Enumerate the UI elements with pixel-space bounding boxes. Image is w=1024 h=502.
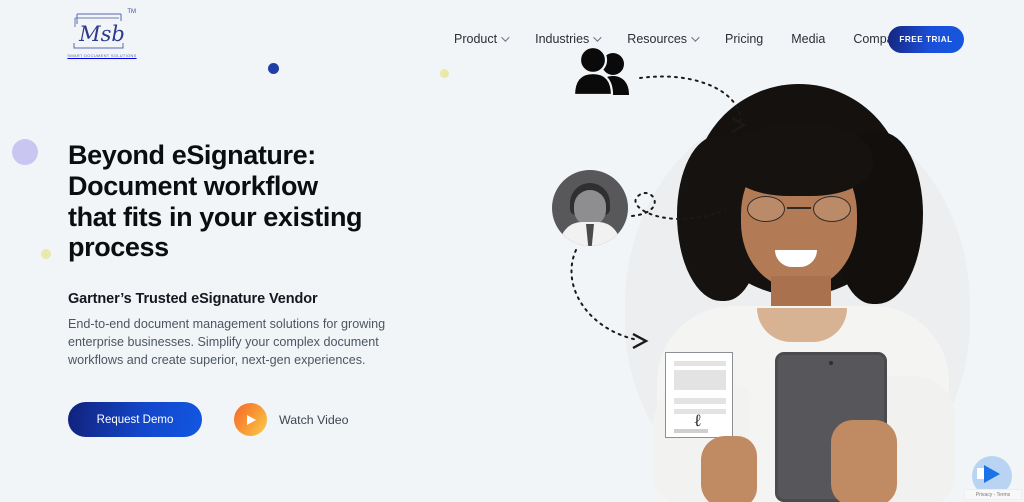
nav-item-product[interactable]: Product xyxy=(440,32,521,46)
chevron-down-icon xyxy=(691,33,700,42)
main-navigation: Product Industries Resources Pricing Med… xyxy=(440,0,931,78)
recaptcha-badge[interactable]: Privacy - Terms xyxy=(964,456,1022,500)
page-title: Beyond eSignature: Document workflow tha… xyxy=(68,140,468,263)
chevron-down-icon xyxy=(593,33,602,42)
nav-label-resources: Resources xyxy=(627,32,688,46)
nav-label-product: Product xyxy=(454,32,498,46)
decorative-dot-yellow-2 xyxy=(41,249,51,259)
person-photo: ℓ xyxy=(635,84,965,502)
nav-item-industries[interactable]: Industries xyxy=(521,32,613,46)
headline-line-2: Document workflow xyxy=(68,170,318,201)
signed-document-icon: ℓ xyxy=(665,352,733,438)
play-icon xyxy=(234,403,267,436)
nav-item-pricing[interactable]: Pricing xyxy=(711,32,777,46)
hero-copy: Beyond eSignature: Document workflow tha… xyxy=(68,140,468,370)
site-header: Msb TM SMART DOCUMENT SOLUTIONS Product … xyxy=(0,0,1024,78)
chevron-down-icon xyxy=(501,33,510,42)
watch-video-label: Watch Video xyxy=(279,412,349,427)
watch-video-button[interactable]: Watch Video xyxy=(234,403,349,436)
recaptcha-privacy-terms-label: Privacy - Terms xyxy=(964,489,1022,500)
eyeglasses-icon xyxy=(745,196,853,222)
svg-text:Msb: Msb xyxy=(78,22,125,46)
hero-cta-row: Request Demo Watch Video xyxy=(68,402,349,437)
nav-label-industries: Industries xyxy=(535,32,590,46)
free-trial-button[interactable]: FREE TRIAL xyxy=(888,26,964,53)
headline-line-4: process xyxy=(68,232,169,263)
hero-body-text: End-to-end document management solutions… xyxy=(68,317,386,367)
nav-label-pricing: Pricing xyxy=(725,32,764,46)
nav-item-resources[interactable]: Resources xyxy=(613,32,711,46)
headline-line-3: that fits in your existing xyxy=(68,201,363,232)
brand-logo[interactable]: Msb TM SMART DOCUMENT SOLUTIONS xyxy=(67,9,137,65)
request-demo-button[interactable]: Request Demo xyxy=(68,402,202,437)
logo-tagline: SMART DOCUMENT SOLUTIONS xyxy=(67,53,137,58)
decorative-dot-lavender xyxy=(12,139,38,165)
hero-subheading: Gartner’s Trusted eSignature Vendor xyxy=(68,291,318,308)
nav-label-media: Media xyxy=(791,32,826,46)
logo-monogram-icon: Msb TM xyxy=(71,9,136,52)
nav-item-media[interactable]: Media xyxy=(777,32,839,46)
trademark-symbol: TM xyxy=(127,9,136,15)
person-avatar-icon xyxy=(552,170,628,246)
headline-line-1: Beyond eSignature: xyxy=(68,140,316,170)
